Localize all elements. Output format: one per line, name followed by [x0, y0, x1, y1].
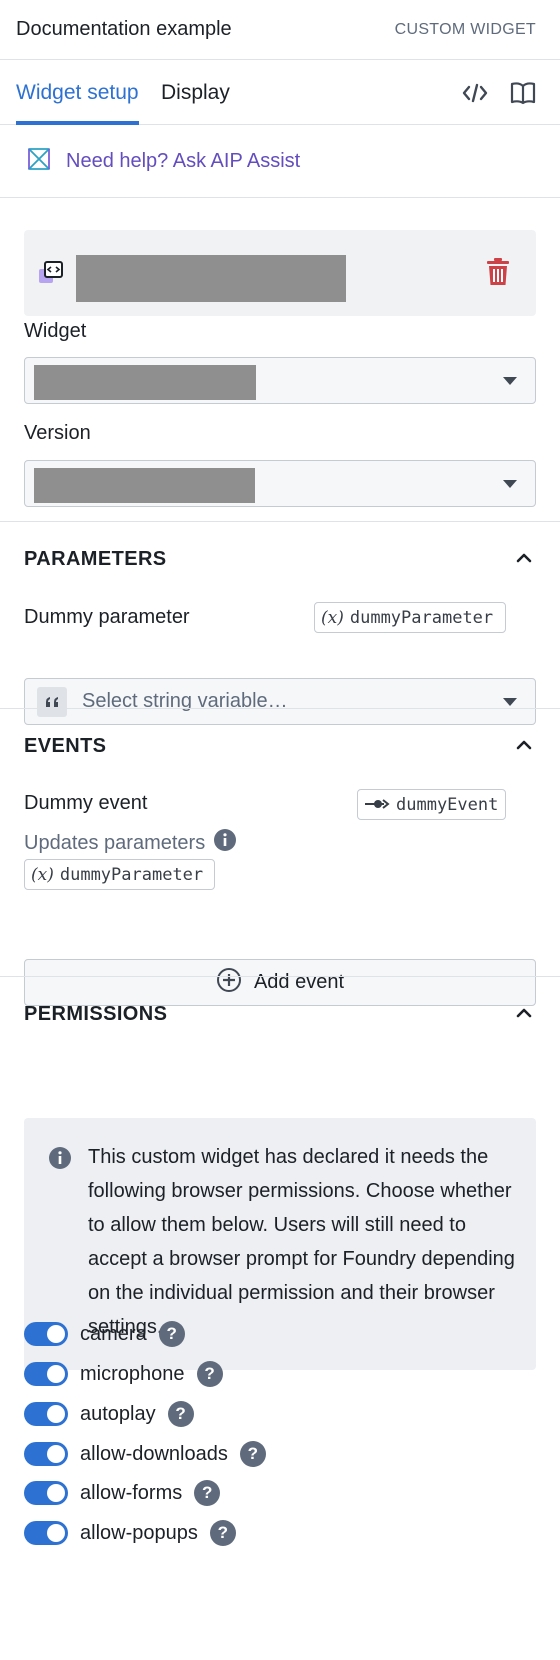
tab-actions — [460, 78, 538, 108]
event-id: dummyEvent — [396, 794, 499, 815]
version-field-label: Version — [24, 422, 91, 444]
widget-type-label: CUSTOM WIDGET — [394, 20, 536, 38]
delete-trash-icon[interactable] — [486, 258, 510, 292]
help-icon[interactable]: ? — [196, 1361, 223, 1387]
updates-parameters-label: Updates parameters — [24, 831, 206, 854]
tab-display[interactable]: Display — [161, 60, 230, 125]
widget-field-label: Widget — [24, 320, 87, 342]
updated-parameter-id: dummyParameter — [59, 864, 204, 885]
permission-label: allow-forms — [80, 1481, 183, 1504]
section-divider — [0, 521, 560, 522]
redacted-version-value — [34, 468, 255, 503]
aip-assist-row: Need help? Ask AIP Assist — [0, 126, 560, 198]
caret-down-icon — [503, 480, 517, 488]
widget-select[interactable] — [24, 357, 536, 404]
dummy-parameter-label: Dummy parameter — [24, 606, 190, 628]
chevron-up-icon[interactable] — [514, 1003, 534, 1023]
variable-icon: (x) — [321, 607, 344, 628]
permission-row-camera: camera ? — [24, 1320, 185, 1348]
code-icon[interactable] — [460, 78, 490, 108]
autoplay-toggle[interactable] — [24, 1402, 68, 1426]
documentation-book-icon[interactable] — [508, 78, 538, 108]
section-divider — [0, 708, 560, 709]
event-id-tag: dummyEvent — [357, 789, 506, 820]
allow-downloads-toggle[interactable] — [24, 1442, 68, 1466]
help-icon[interactable]: ? — [239, 1441, 266, 1467]
permission-label: microphone — [80, 1362, 185, 1385]
allow-forms-toggle[interactable] — [24, 1481, 68, 1505]
plus-circle-icon — [216, 967, 242, 999]
string-variable-select[interactable]: Select string variable… — [24, 678, 536, 725]
updates-parameters-row: Updates parameters — [24, 828, 237, 858]
caret-down-icon — [503, 698, 517, 706]
microphone-toggle[interactable] — [24, 1362, 68, 1386]
chevron-up-icon[interactable] — [514, 735, 534, 755]
widget-source-card — [24, 230, 536, 316]
parameter-id: dummyParameter — [349, 607, 494, 628]
tab-widget-setup[interactable]: Widget setup — [16, 60, 139, 125]
parameters-section-title: PARAMETERS — [24, 548, 167, 570]
info-icon — [48, 1146, 72, 1176]
widget-set-icon — [38, 260, 64, 292]
section-divider — [0, 976, 560, 977]
tab-bar: Widget setup Display — [0, 60, 560, 125]
help-icon[interactable]: ? — [167, 1401, 194, 1427]
events-section-title: EVENTS — [24, 735, 107, 757]
aip-assist-link[interactable]: Need help? Ask AIP Assist — [66, 150, 300, 173]
dummy-event-label: Dummy event — [24, 792, 148, 814]
permissions-section-title: PERMISSIONS — [24, 1003, 168, 1025]
redacted-widget-value — [34, 365, 256, 400]
help-icon[interactable]: ? — [209, 1520, 236, 1546]
aip-assist-icon — [26, 147, 52, 177]
chevron-up-icon[interactable] — [514, 548, 534, 568]
permissions-callout-text: This custom widget has declared it needs… — [88, 1146, 515, 1338]
permission-label: allow-popups — [80, 1521, 198, 1544]
help-icon[interactable]: ? — [194, 1480, 221, 1506]
permission-row-allow-forms: allow-forms ? — [24, 1479, 221, 1507]
permission-row-autoplay: autoplay ? — [24, 1400, 194, 1428]
help-icon[interactable]: ? — [158, 1321, 185, 1347]
redacted-widget-set-name — [76, 255, 346, 302]
permission-label: camera — [80, 1322, 147, 1345]
add-event-button[interactable]: Add event — [24, 959, 536, 1006]
camera-toggle[interactable] — [24, 1322, 68, 1346]
quote-icon — [37, 687, 67, 717]
widget-title: Documentation example — [16, 18, 232, 40]
caret-down-icon — [503, 377, 517, 385]
permission-label: allow-downloads — [80, 1442, 228, 1465]
permission-label: autoplay — [80, 1402, 156, 1425]
info-icon[interactable] — [213, 828, 237, 858]
variable-icon: (x) — [31, 864, 54, 885]
permission-row-allow-downloads: allow-downloads ? — [24, 1440, 266, 1468]
version-select[interactable] — [24, 460, 536, 507]
select-placeholder: Select string variable… — [82, 690, 288, 712]
event-arrow-icon — [364, 795, 390, 815]
parameter-id-tag: (x) dummyParameter — [314, 602, 506, 633]
panel-header: Documentation example CUSTOM WIDGET — [0, 0, 560, 60]
allow-popups-toggle[interactable] — [24, 1521, 68, 1545]
permission-row-allow-popups: allow-popups ? — [24, 1519, 236, 1547]
permission-row-microphone: microphone ? — [24, 1360, 223, 1388]
add-event-label: Add event — [253, 971, 345, 993]
updated-parameter-tag: (x) dummyParameter — [24, 859, 215, 890]
